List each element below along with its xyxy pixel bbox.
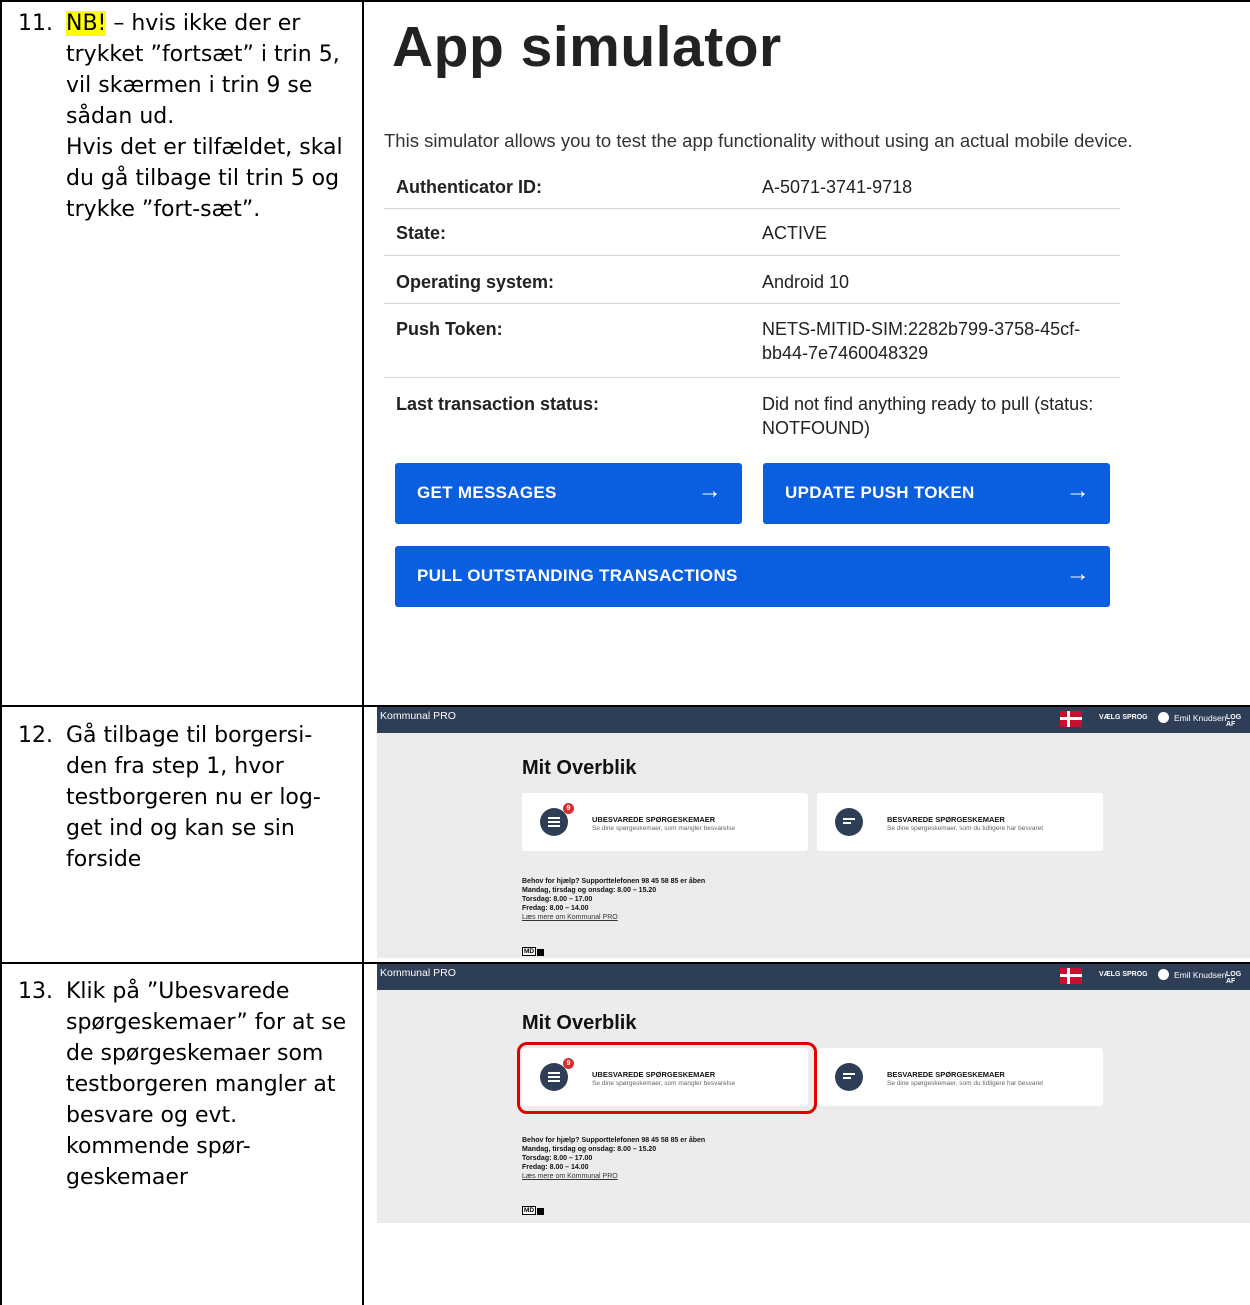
- info-row-authenticator-id: Authenticator ID: A-5071-3741-9718: [384, 166, 1120, 209]
- answered-surveys-card[interactable]: BESVAREDE SPØRGESKEMAER Se dine spørgesk…: [817, 1048, 1103, 1106]
- info-row-push-token: Push Token: NETS-MITID-SIM:2282b799-3758…: [384, 304, 1120, 378]
- column-divider: [362, 0, 364, 1305]
- help-line: Fredag: 8.00 – 14.00: [522, 905, 589, 912]
- kommunal-pro-screenshot-2: Kommunal PRO VÆLG SPROG Emil Knudsen LOG…: [377, 964, 1250, 1223]
- overview-heading: Mit Overblik: [522, 1012, 637, 1034]
- arrow-right-icon: →: [1065, 477, 1090, 504]
- row-label: Push Token:: [396, 319, 503, 339]
- nb-highlight: NB!: [66, 11, 107, 36]
- app-simulator-panel: App simulator This simulator allows you …: [384, 0, 1250, 705]
- help-line: Torsdag: 8.00 – 17.00: [522, 1155, 593, 1162]
- highlight-box: [517, 1042, 817, 1114]
- help-text: Behov for hjælp? Supporttelefonen 98 45 …: [522, 877, 705, 922]
- user-name[interactable]: Emil Knudsen: [1174, 713, 1226, 723]
- row-value: ACTIVE: [762, 223, 828, 243]
- row-label: State:: [396, 223, 447, 243]
- row-label: Authenticator ID:: [396, 177, 542, 197]
- language-select[interactable]: VÆLG SPROG: [1099, 714, 1148, 721]
- read-more-link[interactable]: Læs mere om Kommunal PRO: [522, 1172, 705, 1181]
- button-label: UPDATE PUSH TOKEN: [785, 483, 975, 502]
- kommunal-pro-screenshot-1: Kommunal PRO VÆLG SPROG Emil Knudsen LOG…: [377, 707, 1250, 958]
- help-line: Fredag: 8.00 – 14.00: [522, 1164, 589, 1171]
- logout-link[interactable]: LOG AF: [1226, 971, 1250, 985]
- language-select[interactable]: VÆLG SPROG: [1099, 971, 1148, 978]
- row-label: Operating system:: [396, 272, 555, 292]
- pull-outstanding-transactions-button[interactable]: PULL OUTSTANDING TRANSACTIONS →: [395, 546, 1110, 607]
- top-navbar: Kommunal PRO VÆLG SPROG Emil Knudsen LOG…: [377, 964, 1250, 990]
- table-border-left: [0, 0, 2, 1305]
- unanswered-surveys-card[interactable]: 9 UBESVAREDE SPØRGESKEMAER Se dine spørg…: [522, 793, 808, 851]
- step-number: 13.: [18, 979, 53, 1004]
- step-text: Klik på ”Ubesvarede spørgeskemaer” for a…: [66, 979, 347, 1190]
- checklist-icon: [835, 1063, 863, 1091]
- count-badge: 9: [563, 803, 574, 814]
- row-value: Android 10: [762, 272, 850, 292]
- help-line: Torsdag: 8.00 – 17.00: [522, 896, 593, 903]
- card-title: BESVAREDE SPØRGESKEMAER: [887, 815, 1005, 824]
- answered-surveys-card[interactable]: BESVAREDE SPØRGESKEMAER Se dine spørgesk…: [817, 793, 1103, 851]
- step-13: 13. Klik på ”Ubesvarede spørgeskemaer” f…: [18, 976, 348, 1193]
- step-text: NB! – hvis ikke der er trykket ”fortsæt”…: [66, 8, 348, 225]
- help-text: Behov for hjælp? Supporttelefonen 98 45 …: [522, 1136, 705, 1181]
- instruction-table: 11. NB! – hvis ikke der er trykket ”fort…: [0, 0, 1250, 1305]
- row-label: Last transaction status:: [396, 394, 600, 414]
- overview-heading: Mit Overblik: [522, 757, 637, 779]
- row-value: Did not find anything ready to pull (sta…: [762, 394, 1094, 438]
- card-title: UBESVAREDE SPØRGESKEMAER: [592, 815, 716, 824]
- step-body: – hvis ikke der er trykket ”fortsæt” i t…: [66, 11, 343, 222]
- top-navbar: Kommunal PRO VÆLG SPROG Emil Knudsen LOG…: [377, 707, 1250, 733]
- checklist-icon: [835, 808, 863, 836]
- info-row-operating-system: Operating system: Android 10: [384, 256, 1120, 304]
- step-number: 11.: [18, 11, 53, 36]
- page-description: This simulator allows you to test the ap…: [384, 130, 1133, 151]
- brand-name[interactable]: Kommunal PRO: [380, 710, 456, 722]
- brand-name[interactable]: Kommunal PRO: [380, 967, 456, 979]
- md-logo: MD: [522, 947, 537, 956]
- button-label: GET MESSAGES: [417, 483, 557, 502]
- arrow-right-icon: →: [1065, 560, 1090, 587]
- logout-link[interactable]: LOG AF: [1226, 714, 1250, 728]
- user-icon: [1158, 712, 1169, 723]
- step-number: 12.: [18, 723, 53, 748]
- help-line: Behov for hjælp? Supporttelefonen 98 45 …: [522, 878, 706, 885]
- arrow-right-icon: →: [697, 477, 722, 504]
- help-line: Mandag, tirsdag og onsdag: 8.00 – 15.20: [522, 887, 657, 894]
- card-subtitle: Se dine spørgeskemaer, som du tidligere …: [887, 1080, 1044, 1087]
- accessibility-icon: [537, 949, 544, 956]
- read-more-link[interactable]: Læs mere om Kommunal PRO: [522, 913, 705, 922]
- user-icon: [1158, 969, 1169, 980]
- row-value: A-5071-3741-9718: [762, 177, 913, 197]
- user-name[interactable]: Emil Knudsen: [1174, 970, 1226, 980]
- help-line: Mandag, tirsdag og onsdag: 8.00 – 15.20: [522, 1146, 657, 1153]
- info-row-state: State: ACTIVE: [384, 209, 1120, 256]
- danish-flag-icon: [1060, 968, 1082, 984]
- button-label: PULL OUTSTANDING TRANSACTIONS: [417, 566, 738, 585]
- accessibility-icon: [537, 1208, 544, 1215]
- update-push-token-button[interactable]: UPDATE PUSH TOKEN →: [763, 463, 1110, 524]
- help-line: Behov for hjælp? Supporttelefonen 98 45 …: [522, 1137, 706, 1144]
- page-title: App simulator: [392, 15, 782, 79]
- card-title: BESVAREDE SPØRGESKEMAER: [887, 1070, 1005, 1079]
- row-value: NETS-MITID-SIM:2282b799-3758-45cf-bb44-7…: [762, 319, 1081, 363]
- step-text: Gå tilbage til borgersi-den fra step 1, …: [66, 723, 321, 872]
- card-subtitle: Se dine spørgeskemaer, som mangler besva…: [592, 825, 736, 832]
- card-subtitle: Se dine spørgeskemaer, som du tidligere …: [887, 825, 1044, 832]
- step-11: 11. NB! – hvis ikke der er trykket ”fort…: [18, 8, 348, 225]
- danish-flag-icon: [1060, 711, 1082, 727]
- info-row-last-transaction-status: Last transaction status: Did not find an…: [384, 378, 1120, 452]
- step-12: 12. Gå tilbage til borgersi-den fra step…: [18, 720, 348, 875]
- md-logo: MD: [522, 1206, 537, 1215]
- get-messages-button[interactable]: GET MESSAGES →: [395, 463, 742, 524]
